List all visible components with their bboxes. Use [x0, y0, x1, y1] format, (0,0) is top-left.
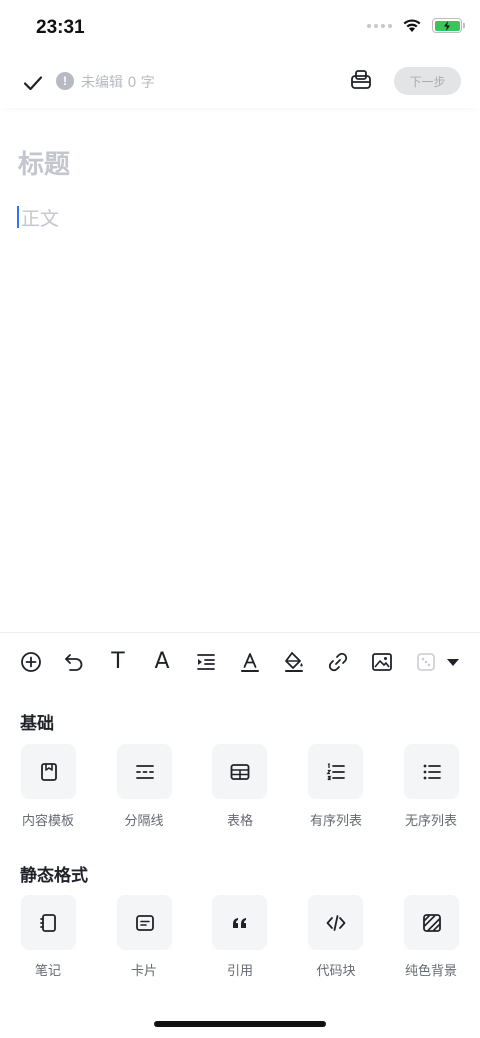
- more-icon: [447, 659, 459, 666]
- cellular-signal-icon: [367, 23, 392, 28]
- ordered-list-icon: [326, 762, 345, 780]
- font-color-icon: [241, 653, 259, 672]
- block-template[interactable]: [21, 744, 76, 799]
- highlight-icon: [285, 652, 303, 672]
- card-icon: [135, 914, 154, 931]
- battery-icon: [432, 18, 465, 33]
- indent-icon: [197, 654, 215, 670]
- image-icon: [372, 653, 392, 671]
- quote-icon: [232, 917, 246, 928]
- block-card[interactable]: [117, 895, 172, 950]
- word-count-status: 未编辑 0 字: [81, 75, 155, 91]
- dice-button[interactable]: [413, 649, 439, 675]
- template-icon: [40, 762, 57, 781]
- section-title-basic: 基础: [20, 714, 54, 734]
- block-table[interactable]: [212, 744, 267, 799]
- block-ordered-list-label: 有序列表: [309, 814, 362, 829]
- status-time: 23:31: [36, 17, 85, 38]
- image-button[interactable]: [369, 649, 395, 675]
- home-indicator[interactable]: [154, 1021, 326, 1027]
- highlight-button[interactable]: [281, 649, 307, 675]
- divider-icon: [135, 764, 154, 779]
- link-button[interactable]: [325, 649, 351, 675]
- block-note[interactable]: [21, 895, 76, 950]
- block-code[interactable]: [308, 895, 363, 950]
- check-icon: [23, 76, 43, 91]
- font-button[interactable]: A: [149, 649, 175, 675]
- block-unordered-list-label: 无序列表: [404, 814, 457, 829]
- block-card-label: 卡片: [130, 964, 157, 979]
- text-style-icon: T: [111, 649, 125, 674]
- body-input[interactable]: 正文: [21, 204, 59, 231]
- block-code-label: 代码块: [316, 964, 356, 979]
- note-icon: [39, 913, 56, 932]
- info-icon[interactable]: !: [56, 72, 74, 90]
- dice-icon: [417, 653, 435, 671]
- code-block-icon: [326, 914, 345, 931]
- block-solid-background[interactable]: [404, 895, 459, 950]
- editor-topbar: ! 未编辑 0 字 下一步: [0, 56, 480, 108]
- block-ordered-list[interactable]: [308, 744, 363, 799]
- block-divider[interactable]: [117, 744, 172, 799]
- status-icons: [367, 18, 465, 33]
- text-style-button[interactable]: T: [105, 649, 131, 675]
- text-cursor: [17, 206, 19, 228]
- next-step-button[interactable]: 下一步: [394, 67, 461, 95]
- unordered-list-icon: [423, 764, 441, 779]
- link-icon: [328, 652, 348, 672]
- block-note-label: 笔记: [34, 964, 61, 979]
- block-quote[interactable]: [212, 895, 267, 950]
- table-icon: [230, 763, 249, 780]
- title-input[interactable]: 标题: [18, 144, 70, 181]
- undo-icon: [65, 654, 83, 671]
- add-circle-icon: [21, 652, 41, 672]
- section-title-static-format: 静态格式: [20, 866, 88, 886]
- block-quote-label: 引用: [226, 964, 253, 979]
- block-unordered-list[interactable]: [404, 744, 459, 799]
- block-table-label: 表格: [226, 814, 253, 829]
- insert-button[interactable]: [18, 649, 44, 675]
- font-color-button[interactable]: [237, 649, 263, 675]
- done-button[interactable]: [20, 70, 46, 96]
- save-draft-button[interactable]: [350, 68, 372, 92]
- solid-background-icon: [422, 913, 441, 932]
- font-icon: A: [154, 649, 170, 674]
- block-template-label: 内容模板: [21, 814, 74, 829]
- block-solid-background-label: 纯色背景: [404, 964, 457, 979]
- undo-button[interactable]: [61, 649, 87, 675]
- wifi-icon: [403, 19, 421, 32]
- format-toolbar: T A: [0, 632, 480, 692]
- indent-button[interactable]: [193, 649, 219, 675]
- more-tools-button[interactable]: [440, 649, 466, 675]
- block-divider-label: 分隔线: [124, 814, 164, 829]
- save-draft-icon: [351, 70, 371, 89]
